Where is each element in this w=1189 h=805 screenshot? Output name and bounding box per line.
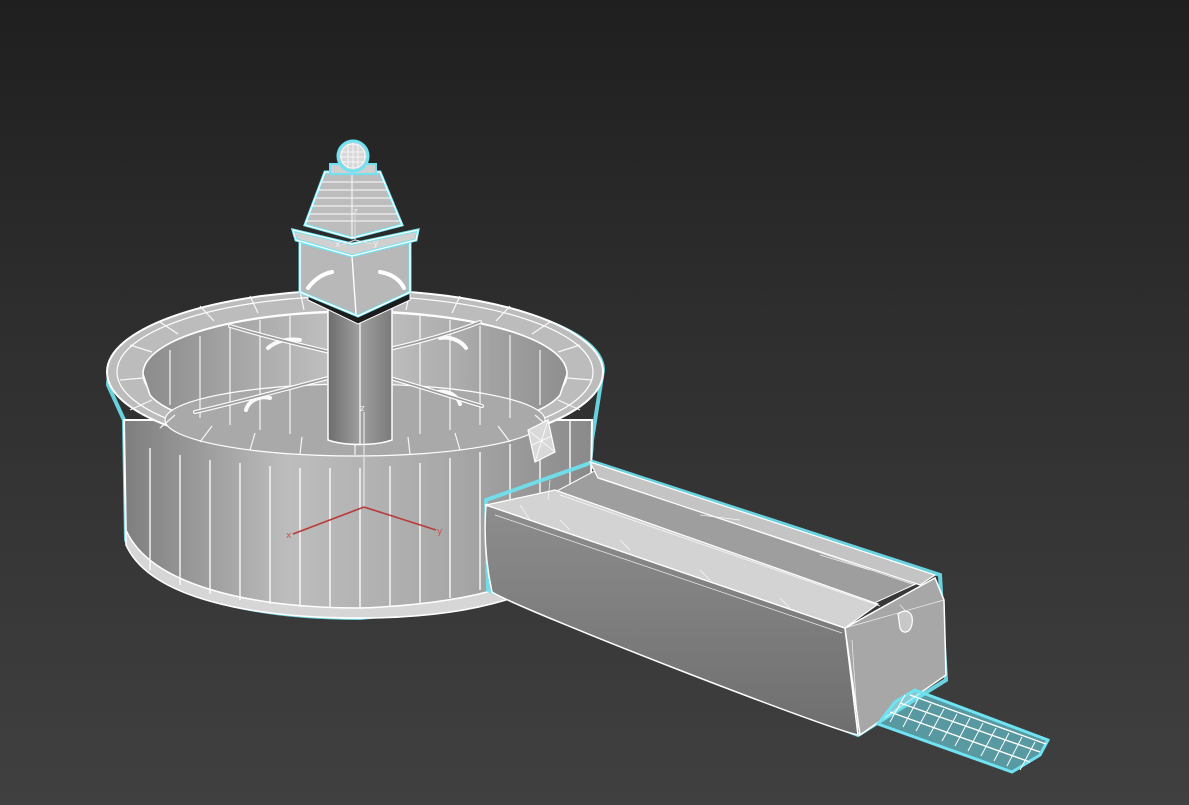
gizmo-small-y-label: y [373,239,379,249]
gizmo-x-label: x [286,531,292,541]
gizmo-small-x-label: x [335,240,341,250]
scene-canvas[interactable]: z y x z x y [0,0,1189,805]
gizmo-z-label: z [360,404,365,414]
3d-viewport[interactable]: z y x z x y [0,0,1189,805]
drain-grate[interactable] [875,688,1051,774]
fountain-trough[interactable] [483,459,949,738]
gizmo-small-z-label: z [353,207,358,217]
gizmo-y-label: y [437,527,443,537]
